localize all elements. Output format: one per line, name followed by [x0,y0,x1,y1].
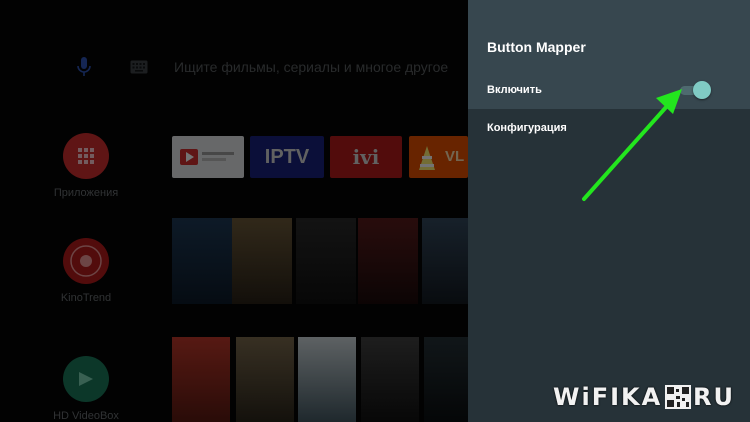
ivi-icon: ivi [352,145,380,169]
app-label: HD VideoBox [53,410,119,422]
enable-label: Включить [487,84,542,96]
iptv-tile[interactable]: IPTV [250,136,324,178]
content-poster[interactable] [298,337,356,422]
search-input[interactable]: Ищите фильмы, сериалы и многое другое [174,59,448,75]
app-label: KinoTrend [60,292,112,304]
content-poster[interactable] [422,218,468,304]
kinotrend-logo [63,238,109,284]
qr-icon [665,385,691,409]
toggle-thumb [693,81,711,99]
app-label: Приложения [53,187,119,199]
panel-header: Button Mapper [468,0,750,71]
watermark-text-right: RU [693,383,735,411]
content-poster[interactable] [361,337,419,422]
hd-videobox-logo [63,356,109,402]
vlc-tile[interactable]: VL [409,136,468,178]
apps-launcher[interactable]: Приложения [40,133,132,199]
wifika-watermark: WiFIKA RU [553,382,738,412]
apps-grid-icon [63,133,109,179]
tv-home-screen: Ищите фильмы, сериалы и многое другое Пр… [0,0,468,422]
microphone-icon[interactable] [76,56,92,78]
ivi-tile[interactable]: ivi [330,136,402,178]
configuration-label: Конфигурация [487,122,567,134]
content-poster[interactable] [232,218,292,304]
hd-videobox-app[interactable]: HD VideoBox [40,356,132,422]
iptv-icon: IPTV [264,145,310,168]
content-poster[interactable] [358,218,418,304]
enable-toggle[interactable] [680,81,711,99]
configuration-row[interactable]: Конфигурация [468,109,750,147]
google-play-movies-tile[interactable] [172,136,244,178]
content-poster[interactable] [172,337,230,422]
vlc-label: VL [445,148,465,165]
content-poster[interactable] [296,218,356,304]
watermark-text-left: WiFIKA [553,383,663,411]
content-poster[interactable] [172,218,232,304]
panel-title: Button Mapper [487,39,586,55]
enable-row[interactable]: Включить [468,71,750,109]
settings-panel: Button Mapper Включить Конфигурация [468,0,750,422]
keyboard-icon[interactable] [130,60,148,74]
content-poster[interactable] [424,337,468,422]
kinotrend-app[interactable]: KinoTrend [40,238,132,304]
content-poster[interactable] [236,337,294,422]
google-play-movies-icon [180,149,234,165]
